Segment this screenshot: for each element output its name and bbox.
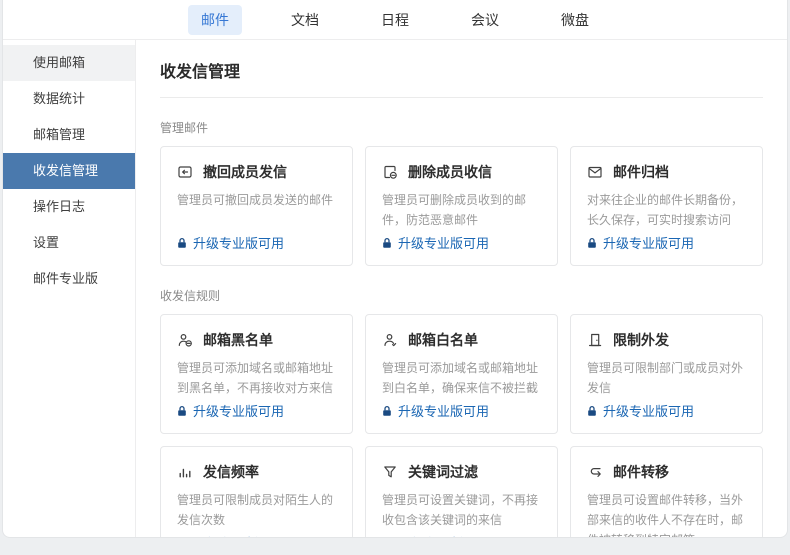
- upgrade-pro-link[interactable]: 升级专业版可用: [177, 401, 336, 420]
- card-description: 管理员可限制成员对陌生人的发信次数: [177, 490, 336, 530]
- upgrade-pro-label: 升级专业版可用: [603, 233, 694, 252]
- card-title: 发信频率: [203, 462, 259, 482]
- mail-archive-icon: [587, 164, 603, 180]
- mail-transfer-icon: [587, 464, 603, 480]
- upgrade-pro-label: 升级专业版可用: [398, 533, 489, 537]
- card-header: 邮件归档: [587, 162, 746, 182]
- tab-meeting[interactable]: 会议: [458, 5, 512, 35]
- upgrade-pro-label: 升级专业版可用: [398, 401, 489, 420]
- card-description: 管理员可设置关键词，不再接收包含该关键词的来信: [382, 490, 541, 530]
- send-frequency-icon: [177, 464, 193, 480]
- body-layout: 使用邮箱 数据统计 邮箱管理 收发信管理 操作日志 设置 邮件专业版 收发信管理…: [3, 40, 787, 537]
- sidebar-item-send-receive-management[interactable]: 收发信管理: [3, 153, 135, 189]
- card-description: 管理员可撤回成员发送的邮件: [177, 190, 336, 210]
- restrict-outbound-icon: [587, 332, 603, 348]
- card-title: 撤回成员发信: [203, 162, 287, 182]
- card-title: 关键词过滤: [408, 462, 478, 482]
- page-title: 收发信管理: [160, 58, 763, 98]
- keyword-filter-icon: [382, 464, 398, 480]
- card-header: 邮箱黑名单: [177, 330, 336, 350]
- upgrade-pro-label: 升级专业版可用: [193, 401, 284, 420]
- feature-card-delete-inbound: 删除成员收信 管理员可删除成员收到的邮件，防范恶意邮件 升级专业版可用: [365, 146, 558, 266]
- lock-icon: [382, 405, 392, 417]
- feature-card-blacklist: 邮箱黑名单 管理员可添加域名或邮箱地址到黑名单，不再接收对方来信 升级专业版可用: [160, 314, 353, 434]
- upgrade-pro-link[interactable]: 升级专业版可用: [587, 233, 746, 252]
- card-description: 管理员可设置邮件转移，当外部来信的收件人不存在时，邮件被转移到特定邮箱: [587, 490, 746, 537]
- whitelist-icon: [382, 332, 398, 348]
- sidebar-item-statistics[interactable]: 数据统计: [3, 81, 135, 117]
- card-grid-manage-mail: 撤回成员发信 管理员可撤回成员发送的邮件 升级专业版可用: [160, 146, 763, 266]
- upgrade-pro-link[interactable]: 升级专业版可用: [587, 401, 746, 420]
- card-title: 邮件转移: [613, 462, 669, 482]
- section-label-manage-mail: 管理邮件: [160, 119, 763, 136]
- feature-card-recall: 撤回成员发信 管理员可撤回成员发送的邮件 升级专业版可用: [160, 146, 353, 266]
- card-description: 对来往企业的邮件长期备份，长久保存，可实时搜索访问: [587, 190, 746, 230]
- feature-card-keyword-filter: 关键词过滤 管理员可设置关键词，不再接收包含该关键词的来信 升级专业版可用: [365, 446, 558, 537]
- card-header: 限制外发: [587, 330, 746, 350]
- lock-icon: [587, 237, 597, 249]
- sidebar-item-mail-pro[interactable]: 邮件专业版: [3, 261, 135, 297]
- card-description: 管理员可添加域名或邮箱地址到黑名单，不再接收对方来信: [177, 358, 336, 398]
- feature-card-mail-transfer: 邮件转移 管理员可设置邮件转移，当外部来信的收件人不存在时，邮件被转移到特定邮箱…: [570, 446, 763, 537]
- card-description: 管理员可删除成员收到的邮件，防范恶意邮件: [382, 190, 541, 230]
- card-description: 管理员可限制部门或成员对外发信: [587, 358, 746, 398]
- upgrade-pro-link[interactable]: 升级专业版可用: [382, 533, 541, 537]
- card-title: 限制外发: [613, 330, 669, 350]
- card-header: 发信频率: [177, 462, 336, 482]
- lock-icon: [177, 237, 187, 249]
- top-navigation: 邮件 文档 日程 会议 微盘: [3, 0, 787, 40]
- tab-schedule[interactable]: 日程: [368, 5, 422, 35]
- feature-card-send-frequency: 发信频率 管理员可限制成员对陌生人的发信次数 升级专业版可用: [160, 446, 353, 537]
- upgrade-pro-link[interactable]: 升级专业版可用: [382, 401, 541, 420]
- card-header: 删除成员收信: [382, 162, 541, 182]
- tab-mail[interactable]: 邮件: [188, 5, 242, 35]
- upgrade-pro-label: 升级专业版可用: [398, 233, 489, 252]
- upgrade-pro-link[interactable]: 升级专业版可用: [382, 233, 541, 252]
- upgrade-pro-label: 升级专业版可用: [603, 401, 694, 420]
- card-title: 邮件归档: [613, 162, 669, 182]
- card-header: 关键词过滤: [382, 462, 541, 482]
- upgrade-pro-link[interactable]: 升级专业版可用: [177, 233, 336, 252]
- sidebar-item-use-mailbox[interactable]: 使用邮箱: [3, 45, 135, 81]
- sidebar-item-operation-log[interactable]: 操作日志: [3, 189, 135, 225]
- tab-drive[interactable]: 微盘: [548, 5, 602, 35]
- feature-card-whitelist: 邮箱白名单 管理员可添加域名或邮箱地址到白名单，确保来信不被拦截 升级专业版可用: [365, 314, 558, 434]
- lock-icon: [382, 237, 392, 249]
- sidebar: 使用邮箱 数据统计 邮箱管理 收发信管理 操作日志 设置 邮件专业版: [3, 40, 136, 537]
- card-description: 管理员可添加域名或邮箱地址到白名单，确保来信不被拦截: [382, 358, 541, 398]
- sidebar-item-settings[interactable]: 设置: [3, 225, 135, 261]
- card-grid-rules: 邮箱黑名单 管理员可添加域名或邮箱地址到黑名单，不再接收对方来信 升级专业版可用: [160, 314, 763, 537]
- lock-icon: [382, 537, 392, 538]
- card-title: 删除成员收信: [408, 162, 492, 182]
- sidebar-item-mailbox-management[interactable]: 邮箱管理: [3, 117, 135, 153]
- upgrade-pro-label: 升级专业版可用: [193, 233, 284, 252]
- card-header: 撤回成员发信: [177, 162, 336, 182]
- feature-card-restrict-outbound: 限制外发 管理员可限制部门或成员对外发信 升级专业版可用: [570, 314, 763, 434]
- blacklist-icon: [177, 332, 193, 348]
- main-content: 收发信管理 管理邮件 撤回成员发信 管理员可撤回成员发送的邮件: [136, 40, 787, 537]
- feature-card-mail-archive: 邮件归档 对来往企业的邮件长期备份，长久保存，可实时搜索访问 升级专业版可用: [570, 146, 763, 266]
- delete-inbound-icon: [382, 164, 398, 180]
- upgrade-pro-link[interactable]: 升级专业版可用: [177, 533, 336, 537]
- card-header: 邮箱白名单: [382, 330, 541, 350]
- recall-icon: [177, 164, 193, 180]
- card-title: 邮箱白名单: [408, 330, 478, 350]
- tab-docs[interactable]: 文档: [278, 5, 332, 35]
- lock-icon: [177, 405, 187, 417]
- lock-icon: [587, 405, 597, 417]
- card-header: 邮件转移: [587, 462, 746, 482]
- section-label-send-receive-rules: 收发信规则: [160, 287, 763, 304]
- app-panel: 邮件 文档 日程 会议 微盘 使用邮箱 数据统计 邮箱管理 收发信管理 操作日志…: [2, 0, 788, 538]
- lock-icon: [177, 537, 187, 538]
- upgrade-pro-label: 升级专业版可用: [193, 533, 284, 537]
- card-title: 邮箱黑名单: [203, 330, 273, 350]
